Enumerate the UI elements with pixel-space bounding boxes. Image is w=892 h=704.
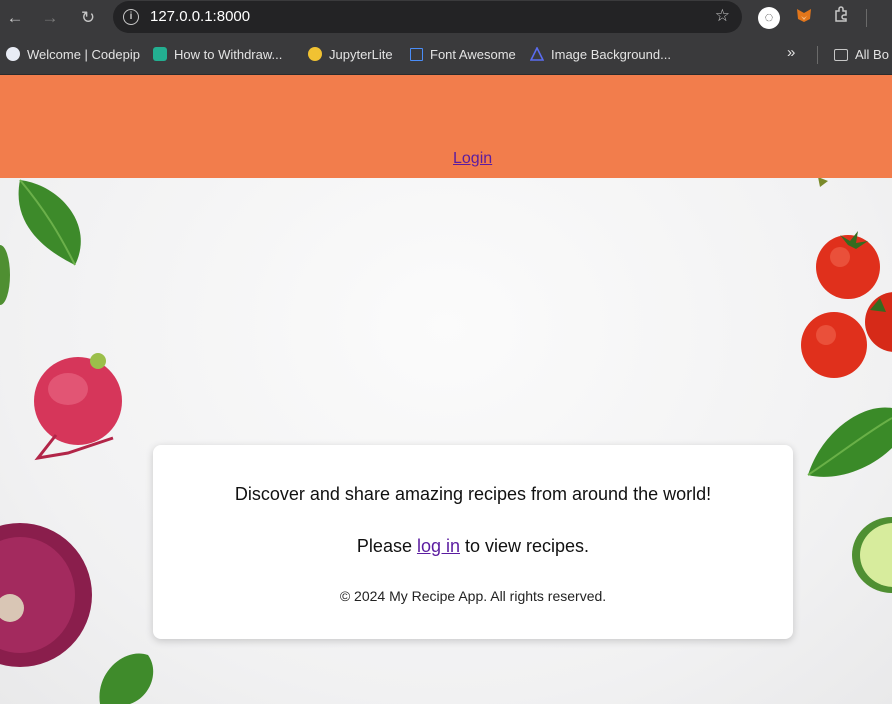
red-onion-icon xyxy=(0,523,92,667)
log-in-link[interactable]: log in xyxy=(417,536,460,556)
welcome-card: Discover and share amazing recipes from … xyxy=(153,445,793,639)
bookmark-label: Welcome | Codepip xyxy=(27,47,140,62)
more-bookmarks-button[interactable]: » xyxy=(787,44,795,62)
bookmark-label: How to Withdraw... xyxy=(174,47,283,62)
toolbar-divider xyxy=(866,9,867,27)
bookmark-codepip[interactable]: Welcome | Codepip xyxy=(6,46,140,64)
basil-leaf-small-icon xyxy=(99,653,154,704)
extensions-icon[interactable] xyxy=(829,6,853,30)
bookmark-label: JupyterLite xyxy=(329,47,393,62)
folder-icon xyxy=(834,49,848,61)
bookmark-star-icon[interactable]: ☆ xyxy=(715,6,730,26)
bookmark-image-background[interactable]: Image Background... xyxy=(529,46,671,64)
profile-extension-icon[interactable]: ◌ xyxy=(758,7,780,29)
prompt-suffix: to view recipes. xyxy=(460,536,590,556)
forward-icon[interactable]: → xyxy=(38,6,62,30)
all-bookmarks-folder[interactable]: All Bo xyxy=(834,46,889,64)
flag-icon xyxy=(410,48,423,61)
bookmarks-divider xyxy=(817,46,818,64)
metamask-icon[interactable] xyxy=(792,6,816,30)
address-bar[interactable]: i 127.0.0.1:8000 ☆ xyxy=(113,1,742,33)
url-text[interactable]: 127.0.0.1:8000 xyxy=(150,8,250,25)
site-header: Login xyxy=(0,75,892,178)
bookmark-font-awesome[interactable]: Font Awesome xyxy=(410,46,516,64)
bookmark-label: Image Background... xyxy=(551,47,671,62)
triangle-icon xyxy=(529,46,545,61)
login-prompt: Please log in to view recipes. xyxy=(153,536,793,557)
page-viewport: Login Discover and share amazing recipes… xyxy=(0,75,892,704)
bookmark-jupyterlite[interactable]: JupyterLite xyxy=(308,46,393,64)
jupyter-icon xyxy=(308,47,322,61)
spinach-leaf-icon xyxy=(807,407,892,477)
back-icon[interactable]: ← xyxy=(3,6,27,30)
browser-toolbar: ← → ↻ i 127.0.0.1:8000 ☆ ◌ xyxy=(0,0,892,36)
cucumber-slice-icon xyxy=(852,517,892,593)
codepip-icon xyxy=(6,47,20,61)
tomatoes-icon xyxy=(801,231,892,378)
basil-leaf-icon xyxy=(18,179,81,266)
tagline-text: Discover and share amazing recipes from … xyxy=(234,484,712,504)
copyright-footer: © 2024 My Recipe App. All rights reserve… xyxy=(339,588,607,604)
bookmarks-bar: Welcome | Codepip How to Withdraw... Jup… xyxy=(0,36,892,75)
reload-icon[interactable]: ↻ xyxy=(76,6,100,30)
cucumber-edge-icon xyxy=(0,245,10,305)
site-info-icon[interactable]: i xyxy=(123,9,139,25)
bookmark-label: All Bo xyxy=(855,47,889,62)
bookmark-label: Font Awesome xyxy=(430,47,516,62)
bookmark-kucoin[interactable]: How to Withdraw... xyxy=(153,46,282,64)
kucoin-icon xyxy=(153,47,167,61)
prompt-prefix: Please xyxy=(356,536,417,556)
radish-icon xyxy=(34,353,122,461)
login-link[interactable]: Login xyxy=(453,150,492,168)
